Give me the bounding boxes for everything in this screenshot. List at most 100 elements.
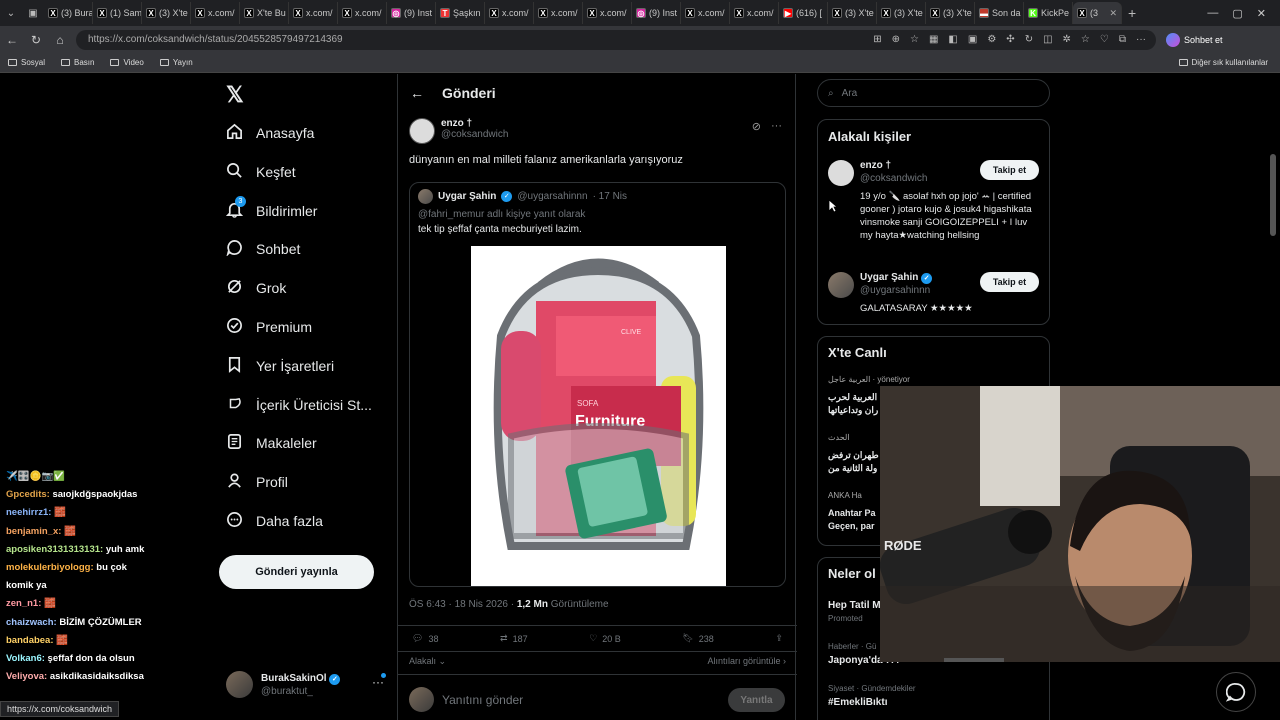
chat-username[interactable]: chaizwach: xyxy=(6,617,57,628)
browser-tab[interactable]: Xx.com/ xyxy=(730,2,779,24)
bookmark-folder[interactable]: Yayın xyxy=(159,58,193,67)
nav-item-bell[interactable]: 3 Bildirimler xyxy=(225,195,317,221)
browser-tab[interactable]: X X'te Bu xyxy=(240,2,289,24)
live-item[interactable]: Anahtar Pa xyxy=(828,508,876,518)
extension-icon[interactable]: ▦ xyxy=(929,34,938,45)
browser-tab[interactable]: Xx.com/ xyxy=(191,2,240,24)
browser-tab[interactable]: Xx.com/ xyxy=(485,2,534,24)
nav-item-grok[interactable]: Grok xyxy=(226,278,286,298)
browser-tab[interactable]: ◎ (9) Inst xyxy=(632,2,681,24)
nav-item-chat[interactable]: Sohbet xyxy=(226,239,300,259)
messages-button[interactable] xyxy=(1216,672,1256,712)
browser-tab[interactable]: X (3) X'te xyxy=(877,2,926,24)
chat-username[interactable]: Veliyova: xyxy=(6,671,47,682)
live-item[interactable]: طهران ترفض xyxy=(828,450,879,461)
heart-icon[interactable]: ♡ xyxy=(1100,34,1109,45)
browser-tab[interactable]: ▶ (616) [ xyxy=(779,2,828,24)
reply-button[interactable]: 💬︎ 38 xyxy=(412,633,438,644)
browser-tab[interactable]: Xx.com/ xyxy=(338,2,387,24)
reply-input[interactable]: Yanıtını gönder xyxy=(442,693,523,707)
extensions-icon[interactable]: ✲ xyxy=(1063,34,1071,45)
chat-username[interactable]: bandabea: xyxy=(6,635,54,646)
chat-username[interactable]: aposiken3131313131: xyxy=(6,544,103,555)
browser-tab[interactable]: Xx.com/ xyxy=(289,2,338,24)
split-screen-icon[interactable]: ◫ xyxy=(1043,34,1052,45)
nav-item-search[interactable]: Keşfet xyxy=(226,162,296,182)
reload-icon[interactable]: ↻ xyxy=(24,33,48,47)
workspaces-icon[interactable]: ▣ xyxy=(22,2,44,24)
post-button[interactable]: Gönderi yayınla xyxy=(219,555,374,589)
extension-icon[interactable]: ⚙ xyxy=(987,34,996,45)
backpack-image[interactable]: Furniture SOFA CLIVE xyxy=(471,246,726,586)
live-item[interactable]: ران وتداعياتها xyxy=(828,405,878,416)
repost-button[interactable]: ⇄ 187 xyxy=(500,633,528,644)
chat-username[interactable]: Volkan6: xyxy=(6,653,45,664)
share-button[interactable]: ⇪ xyxy=(775,633,783,644)
browser-tab[interactable]: T Şaşkın xyxy=(436,2,485,24)
close-tab-icon[interactable]: ✕ xyxy=(1109,8,1117,19)
chat-username[interactable]: Gpcedits: xyxy=(6,489,50,500)
follow-button[interactable]: Takip et xyxy=(980,272,1039,292)
chat-username[interactable]: neehirrz1: xyxy=(6,507,51,518)
like-button[interactable]: ♡ 20 B xyxy=(589,633,621,644)
browser-tab[interactable]: X (3) X'te xyxy=(926,2,975,24)
bookmark-folder[interactable]: Basın xyxy=(61,58,94,67)
sort-dropdown[interactable]: Alakalı ⌄ xyxy=(409,656,446,667)
trend-item[interactable]: #EmekliBıktı xyxy=(828,697,887,708)
trend-item[interactable]: Hep Tatil M xyxy=(828,600,881,611)
x-logo-icon[interactable]: 𝕏 xyxy=(226,82,244,108)
nav-item-home[interactable]: Anasayfa xyxy=(226,123,314,143)
live-item[interactable]: Geçen, par xyxy=(828,521,875,531)
collections-icon[interactable]: ⧉ xyxy=(1119,34,1126,45)
favorite-star-icon[interactable]: ☆ xyxy=(910,34,919,45)
browser-tab[interactable]: X (3 ✕ xyxy=(1073,2,1122,24)
follow-button[interactable]: Takip et xyxy=(980,160,1039,180)
bookmark-folder[interactable]: Video xyxy=(110,58,144,67)
chat-username[interactable]: molekulerbiyologg: xyxy=(6,562,94,573)
nav-item-bookmark[interactable]: Yer İşaretleri xyxy=(226,356,334,376)
close-window-icon[interactable]: ✕ xyxy=(1257,7,1266,20)
url-field[interactable]: https://x.com/coksandwich/status/2045528… xyxy=(76,29,1156,50)
bookmark-button[interactable]: 🔖︎ 238 xyxy=(682,633,713,644)
chat-username[interactable]: zen_n1: xyxy=(6,598,41,609)
nav-item-premium[interactable]: Premium xyxy=(226,317,312,337)
home-browser-icon[interactable]: ⌂ xyxy=(48,33,72,47)
extension-icon[interactable]: ◧ xyxy=(948,34,957,45)
browser-tab[interactable]: Xx.com/ xyxy=(583,2,632,24)
browser-tab[interactable]: Xx.com/ xyxy=(534,2,583,24)
copilot-chat-button[interactable]: Sohbet et xyxy=(1166,32,1223,47)
chat-username[interactable]: benjamin_x: xyxy=(6,526,61,537)
other-bookmarks[interactable]: Diğer sık kullanılanlar xyxy=(1178,58,1280,67)
author-name[interactable]: enzo † xyxy=(441,118,508,129)
refresh-extension-icon[interactable]: ↻ xyxy=(1025,34,1033,45)
translate-icon[interactable]: ⊞ xyxy=(873,34,881,45)
browser-tab[interactable]: X (3) Bura xyxy=(44,2,93,24)
favorites-icon[interactable]: ☆ xyxy=(1081,34,1090,45)
browser-tab[interactable]: Xx.com/ xyxy=(681,2,730,24)
extension-icon[interactable]: ✣ xyxy=(1006,34,1014,45)
nav-item-person[interactable]: Profil xyxy=(226,472,288,492)
nav-item-more-circle[interactable]: Daha fazla xyxy=(226,511,323,531)
zoom-icon[interactable]: ⊕ xyxy=(892,34,900,45)
new-tab-button[interactable]: + xyxy=(1128,5,1136,21)
author-handle[interactable]: @coksandwich xyxy=(441,129,508,140)
scrollbar[interactable] xyxy=(1270,154,1276,236)
browser-tab[interactable]: X (3) X'te xyxy=(828,2,877,24)
quoted-post[interactable]: Uygar Şahin ✓ @uygarsahinnn · 17 Nis @fa… xyxy=(409,182,786,587)
nav-item-rocket[interactable]: İçerik Üreticisi St... xyxy=(226,395,372,415)
browser-tab[interactable]: X (3) X'te xyxy=(142,2,191,24)
live-item[interactable]: ولة الثانية من xyxy=(828,463,877,474)
search-input[interactable]: ⌕ Ara xyxy=(817,79,1050,107)
back-arrow-icon[interactable]: ← xyxy=(410,85,424,101)
live-item[interactable]: العربية لحرب xyxy=(828,392,877,403)
browser-tab[interactable]: X (1) Sam xyxy=(93,2,142,24)
browser-tab[interactable]: ▬ Son da xyxy=(975,2,1024,24)
more-icon[interactable]: ··· xyxy=(771,120,782,133)
more-icon[interactable]: ··· xyxy=(1136,34,1146,45)
avatar[interactable] xyxy=(409,118,435,144)
minimize-icon[interactable]: — xyxy=(1207,7,1218,20)
nav-item-article[interactable]: Makaleler xyxy=(226,433,317,453)
back-icon[interactable]: ← xyxy=(0,33,24,47)
bookmark-folder[interactable]: Sosyal xyxy=(8,58,45,67)
browser-tab[interactable]: K KickPe xyxy=(1024,2,1073,24)
